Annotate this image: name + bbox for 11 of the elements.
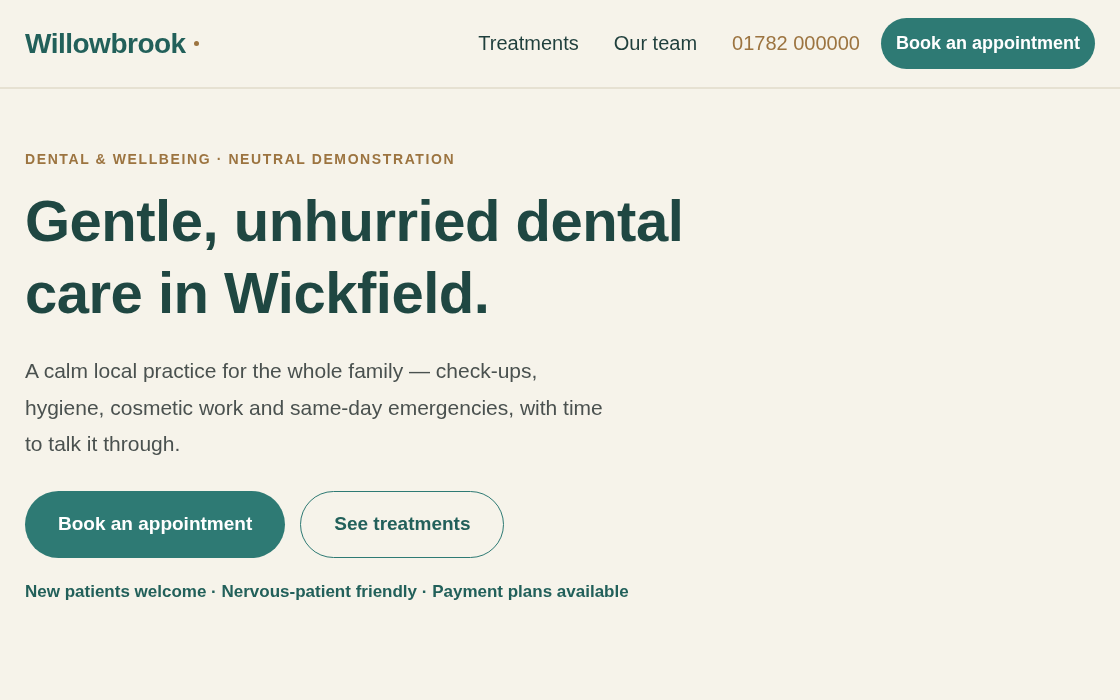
hero-heading: Gentle, unhurried dental care in Wickfield. bbox=[25, 187, 685, 327]
logo[interactable]: Willowbrook bbox=[25, 27, 186, 60]
nav-link[interactable]: Our team bbox=[613, 32, 698, 55]
nav-link[interactable]: Treatments bbox=[478, 32, 579, 55]
book-button[interactable]: Book an appointment bbox=[25, 490, 286, 558]
eyebrow-text: DENTAL & WELLBEING · NEUTRAL DEMONSTRATION bbox=[25, 151, 457, 167]
features-note: New patients welcome · Nervous-patient friendly · Payment plans available bbox=[25, 581, 630, 602]
dot-icon bbox=[193, 41, 199, 46]
book-button[interactable]: Book an appointment bbox=[881, 18, 1095, 69]
hero-description: A calm local practice for the whole family — check-ups, hygiene, cosmetic work and same-day emergencies, with time to talk it through. bbox=[25, 358, 604, 457]
phone-link[interactable]: 01782 000000 bbox=[732, 32, 860, 55]
